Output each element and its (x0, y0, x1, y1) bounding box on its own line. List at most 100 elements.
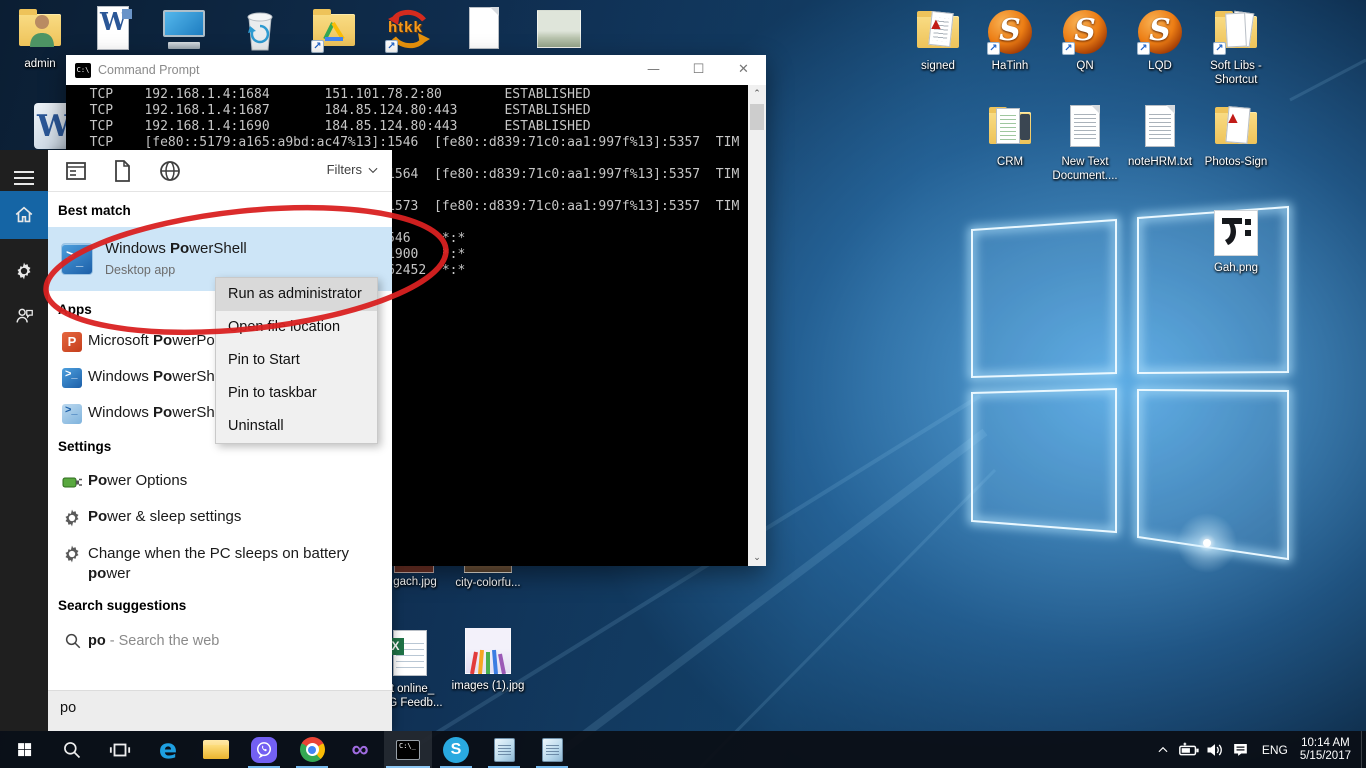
battery-icon[interactable] (1176, 731, 1202, 768)
filter-apps-button[interactable] (64, 159, 88, 183)
taskbar-chrome[interactable] (288, 731, 336, 768)
filters-dropdown[interactable]: Filters (327, 162, 380, 177)
cmd-icon: C:\_ (396, 740, 420, 760)
desktop-icon-gah[interactable]: Gah.png (1200, 210, 1272, 275)
maximize-button[interactable]: ☐ (676, 55, 721, 85)
desktop-icon-label: CRM (974, 155, 1046, 169)
desktop-icon-recycle-bin[interactable] (224, 6, 296, 57)
action-center-icon[interactable] (1228, 731, 1254, 768)
window-title-bar[interactable]: C:\ Command Prompt — ☐ ✕ (66, 55, 766, 85)
show-desktop-button[interactable] (1361, 731, 1366, 768)
taskbar-skype[interactable]: S (432, 731, 480, 768)
scroll-down-arrow[interactable]: ⌄ (748, 549, 766, 566)
taskbar-visual-studio[interactable]: ∞ (336, 731, 384, 768)
desktop-icon-label: images (1).jpg (450, 679, 526, 693)
desktop-icon-photo[interactable] (522, 6, 594, 57)
document-icon (110, 159, 134, 183)
context-menu-item[interactable]: Run as administrator (216, 278, 377, 311)
apps-header: Apps (58, 302, 92, 317)
taskbar-viber[interactable] (240, 731, 288, 768)
filter-web-button[interactable] (158, 159, 182, 183)
settings-button[interactable] (0, 247, 48, 295)
gear-icon (14, 261, 34, 281)
desktop-icon-label: New Text Document.... (1049, 155, 1121, 183)
feedback-button[interactable] (0, 292, 48, 340)
search-input[interactable] (60, 700, 380, 716)
shortcut-arrow-badge: ↗ (987, 42, 1000, 55)
notepad-icon (494, 738, 515, 762)
start-button[interactable] (0, 731, 48, 768)
recycle-bin-icon (236, 6, 284, 54)
powerpoint-icon: P (62, 332, 82, 352)
pdf-folder-icon: ▲ (1212, 104, 1260, 152)
desktop-icon-this-pc[interactable] (148, 6, 220, 57)
desktop-icon-blank-file[interactable] (448, 6, 520, 57)
visual-studio-icon: ∞ (351, 738, 368, 762)
clock-date: 5/15/2017 (1300, 750, 1351, 763)
taskbar-edge[interactable]: e (144, 731, 192, 768)
desktop-icon-lqd[interactable]: S↗ LQD (1124, 8, 1196, 73)
context-menu-item[interactable]: Pin to taskbar (216, 377, 377, 410)
desktop-icon-notehrm[interactable]: noteHRM.txt (1124, 104, 1196, 169)
window-title: Command Prompt (98, 63, 199, 77)
notepad-icon (542, 738, 563, 762)
desktop-icon-new-text-document[interactable]: New Text Document.... (1049, 104, 1121, 183)
pdf-mark: ▲ (928, 18, 944, 32)
search-icon (64, 632, 82, 650)
scroll-up-arrow[interactable]: ⌃ (748, 85, 766, 102)
desktop-icon-hatinh[interactable]: S↗ HaTinh (974, 8, 1046, 73)
s-orb-icon: S↗ (1136, 8, 1184, 56)
desktop-icon-images1[interactable]: images (1).jpg (450, 628, 526, 693)
desktop-icon-google-drive-folder[interactable]: ↗ (298, 6, 370, 57)
taskbar-search-button[interactable] (48, 731, 96, 768)
cmd-window-icon: C:\ (75, 63, 91, 78)
setting-result-pc-sleep[interactable]: Change when the PC sleeps on battery pow… (48, 536, 392, 588)
shortcut-arrow-badge: ↗ (385, 40, 398, 53)
taskbar-notepad[interactable] (480, 731, 528, 768)
setting-result-power-sleep[interactable]: Power & sleep settings (48, 500, 392, 536)
desktop-icon-word-document[interactable]: W (78, 6, 150, 57)
crm-folder-icon (986, 104, 1034, 152)
taskbar-file-explorer[interactable] (192, 731, 240, 768)
home-button[interactable] (0, 191, 48, 239)
filter-documents-button[interactable] (110, 159, 134, 183)
hidden-icons-button[interactable] (1150, 731, 1176, 768)
task-view-button[interactable] (96, 731, 144, 768)
web-search-suggestion[interactable]: po - Search the web (48, 624, 392, 660)
setting-result-label: Power Options (88, 472, 187, 489)
desktop-icon-signed[interactable]: ▲ signed (902, 8, 974, 73)
desktop-icon-label: HaTinh (974, 59, 1046, 73)
scrollbar[interactable]: ⌃ ⌄ (748, 85, 766, 566)
search-box[interactable] (48, 690, 392, 731)
desktop-icon-soft-libs[interactable]: ↗ Soft Libs - Shortcut (1200, 8, 1272, 87)
desktop-icon-excel-file[interactable]: X st online_ IG Feedb... (385, 630, 455, 710)
context-menu-item[interactable]: Open file location (216, 311, 377, 344)
volume-icon[interactable] (1202, 731, 1228, 768)
taskbar: e ∞ C:\_ S ENG 10:14 AM 5/15/2017 (0, 731, 1366, 768)
gear-icon (62, 508, 82, 528)
taskbar-notepad-2[interactable] (528, 731, 576, 768)
monitor-icon (160, 6, 208, 54)
desktop-icon-htkk[interactable]: htkk ↗ (372, 6, 444, 57)
setting-result-power-options[interactable]: Power Options (48, 464, 392, 500)
context-menu-item[interactable]: Pin to Start (216, 344, 377, 377)
clock-time: 10:14 AM (1300, 737, 1351, 750)
shortcut-arrow-badge: ↗ (1062, 42, 1075, 55)
minimize-button[interactable]: — (631, 55, 676, 85)
taskbar-command-prompt[interactable]: C:\_ (384, 731, 432, 768)
shortcut-arrow-badge: ↗ (1137, 42, 1150, 55)
close-button[interactable]: ✕ (721, 55, 766, 85)
home-icon (13, 204, 35, 226)
desktop-icon-crm[interactable]: CRM (974, 104, 1046, 169)
file-explorer-icon (203, 740, 229, 760)
taskbar-clock[interactable]: 10:14 AM 5/15/2017 (1296, 737, 1361, 763)
s-orb-icon: S↗ (986, 8, 1034, 56)
context-menu-item[interactable]: Uninstall (216, 410, 377, 443)
skype-icon: S (443, 737, 469, 763)
desktop-icon-qn[interactable]: S↗ QN (1049, 8, 1121, 73)
scrollbar-thumb[interactable] (750, 104, 764, 130)
user-folder-icon (16, 6, 64, 54)
language-indicator[interactable]: ENG (1254, 743, 1296, 757)
desktop-icon-photos-sign[interactable]: ▲ Photos-Sign (1200, 104, 1272, 169)
shortcut-arrow-badge: ↗ (1213, 42, 1226, 55)
